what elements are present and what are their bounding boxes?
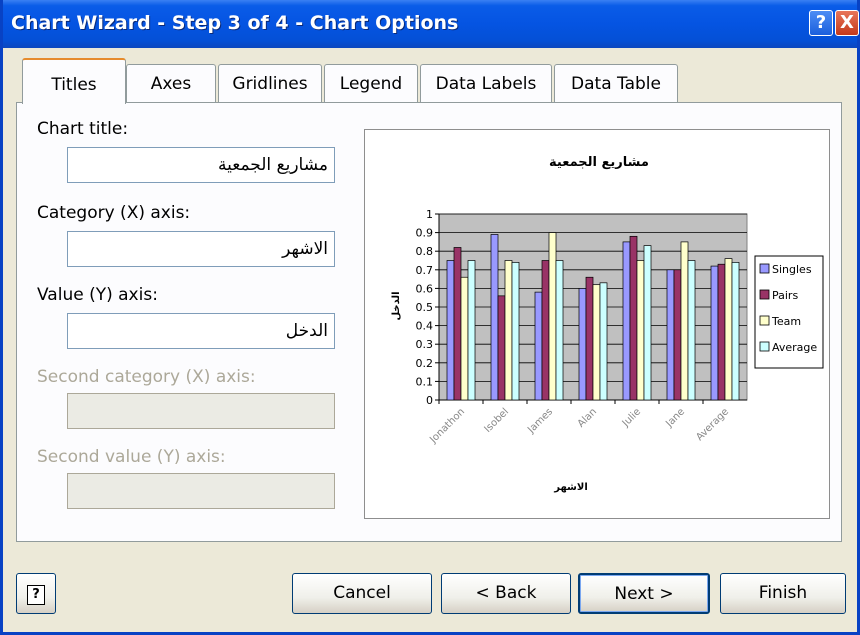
tab-titles[interactable]: Titles (22, 58, 126, 104)
bar-average-average (731, 262, 740, 401)
value-axis-label: Value (Y) axis: (37, 285, 158, 305)
y-tick-label: 0.6 (416, 282, 434, 295)
y-tick-label: 0.4 (416, 320, 434, 333)
y-tick-label: 1 (426, 208, 433, 221)
chart-title-label: Chart title: (37, 119, 129, 139)
y-tick-label: 0.5 (416, 301, 434, 314)
legend-label: Pairs (772, 289, 798, 302)
legend-swatch (759, 315, 770, 326)
category-axis-label: Category (X) axis: (37, 203, 191, 223)
second-value-axis-input (67, 473, 335, 509)
y-tick-label: 0.9 (416, 227, 434, 240)
bar-pairs-james (541, 260, 550, 401)
back-button[interactable]: < Back (441, 573, 571, 614)
bar-singles-jonathon (446, 260, 455, 401)
bar-pairs-julie (629, 235, 638, 401)
bar-average-isobel (511, 262, 520, 401)
x-tick-label: Isobel (482, 406, 511, 435)
bar-pairs-isobel (497, 295, 506, 401)
bar-pairs-jonathon (453, 247, 462, 401)
bar-pairs-jane (673, 269, 682, 401)
help-button[interactable]: ? (16, 573, 56, 614)
second-category-axis-input (67, 393, 335, 429)
cancel-button[interactable]: Cancel (292, 573, 432, 614)
bar-pairs-average (717, 263, 726, 401)
tab-gridlines[interactable]: Gridlines (218, 64, 322, 102)
legend-swatch (759, 263, 770, 274)
bar-singles-julie (622, 241, 631, 401)
y-axis-title: الدخل (391, 291, 402, 320)
y-tick-label: 0.7 (416, 264, 434, 277)
value-axis-input[interactable]: الدخل (67, 313, 335, 349)
legend-label: Singles (772, 263, 812, 276)
bar-average-jonathon (467, 260, 476, 401)
bar-singles-average (710, 265, 719, 401)
bar-singles-alan (578, 288, 587, 401)
y-tick-label: 0.2 (416, 357, 434, 370)
bar-team-julie (636, 260, 645, 401)
chart-svg: مشاريع الجمعية الدخل الاشهر 0 0.1 0.2 0.3 0.… (391, 155, 824, 493)
next-button[interactable]: Next > (578, 573, 710, 614)
bar-pairs-alan (585, 276, 594, 401)
bar-team-jonathon (460, 276, 469, 401)
window-title: Chart Wizard - Step 3 of 4 - Chart Optio… (11, 12, 459, 34)
second-value-axis-label: Second value (Y) axis: (37, 447, 226, 467)
close-button[interactable]: X (835, 10, 859, 36)
bar-average-julie (643, 245, 652, 401)
bar-singles-isobel (490, 234, 499, 401)
category-axis-input[interactable]: الاشهر (67, 231, 335, 267)
legend-swatch (759, 289, 770, 300)
bar-singles-james (534, 291, 543, 401)
bar-average-jane (687, 260, 696, 401)
x-tick-label: Alan (576, 406, 599, 429)
legend-swatch (759, 341, 770, 352)
legend-label: Average (772, 341, 817, 354)
x-tick-label: James (525, 406, 555, 436)
y-tick-label: 0.1 (416, 375, 434, 388)
bar-average-james (555, 260, 564, 401)
y-tick-label: 0 (426, 394, 433, 407)
bar-team-average (724, 258, 733, 401)
bar-team-alan (592, 284, 601, 401)
x-tick-label: Jonathon (427, 406, 467, 446)
bar-team-isobel (504, 260, 513, 401)
chart-preview: مشاريع الجمعية الدخل الاشهر 0 0.1 0.2 0.3 0.… (364, 129, 830, 519)
chart-title-input[interactable]: مشاريع الجمعية (67, 147, 335, 183)
finish-button[interactable]: Finish (720, 573, 846, 614)
tab-data-table[interactable]: Data Table (554, 64, 678, 102)
second-category-axis-label: Second category (X) axis: (37, 367, 256, 387)
x-tick-label: Julie (620, 406, 643, 429)
tab-legend[interactable]: Legend (324, 64, 418, 102)
bar-team-jane (680, 241, 689, 401)
titles-panel: Chart title: مشاريع الجمعية Category (X)… (16, 102, 842, 542)
y-tick-label: 0.3 (416, 338, 434, 351)
x-tick-label: Jane (663, 406, 687, 430)
y-tick-label: 0.8 (416, 245, 434, 258)
x-axis-title: الاشهر (553, 482, 588, 493)
bar-team-james (548, 232, 557, 401)
chart-title: مشاريع الجمعية (549, 155, 649, 170)
legend-label: Team (771, 315, 801, 328)
tab-data-labels[interactable]: Data Labels (420, 64, 552, 102)
bar-singles-jane (666, 269, 675, 401)
bar-average-alan (599, 282, 608, 401)
x-tick-label: Average (694, 406, 731, 443)
help-title-button[interactable]: ? (809, 10, 833, 36)
tab-axes[interactable]: Axes (126, 64, 216, 102)
help-icon: ? (27, 585, 45, 605)
title-bar[interactable]: Chart Wizard - Step 3 of 4 - Chart Optio… (3, 0, 859, 48)
